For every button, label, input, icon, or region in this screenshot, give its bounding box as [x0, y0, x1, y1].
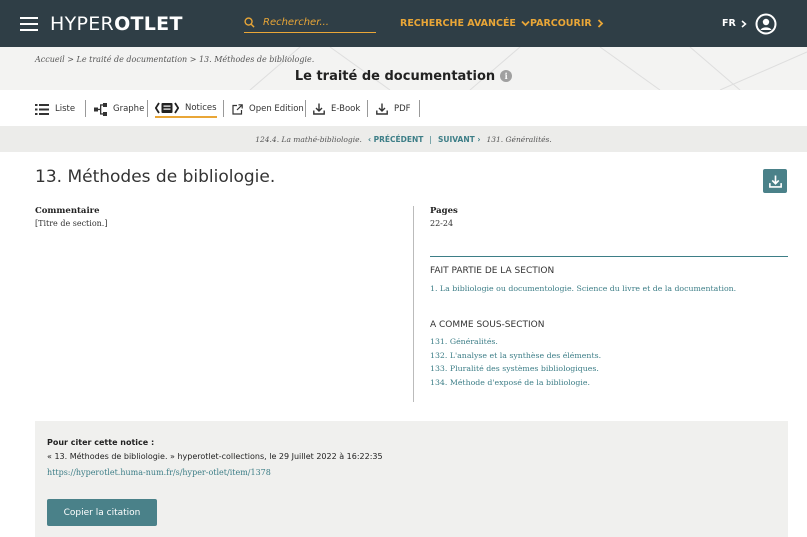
section-divider — [430, 256, 788, 257]
language-selector[interactable]: FR — [722, 18, 747, 29]
browse-label: PARCOURIR — [530, 18, 592, 29]
search-icon[interactable] — [244, 17, 255, 28]
citation-block: Pour citer cette notice : « 13. Méthodes… — [35, 421, 788, 537]
page-title-text: Le traité de documentation — [294, 69, 496, 84]
breadcrumb-collection[interactable]: Le traité de documentation — [77, 55, 188, 64]
breadcrumb-sep: > — [187, 55, 199, 64]
download-icon — [768, 175, 782, 188]
tab-label: Liste — [55, 104, 76, 114]
notice-pager: 124.4. La mathé-bibliologie. ‹ PRÉCÉDENT… — [0, 126, 807, 152]
brand-bold: OTLET — [114, 13, 183, 35]
advanced-search-label: RECHERCHE AVANCÉE — [400, 18, 516, 29]
download-icon — [376, 103, 388, 115]
external-link-icon — [232, 103, 243, 115]
citation-url[interactable]: https://hyperotlet.huma-num.fr/s/hyper-o… — [47, 468, 271, 477]
subsection-link[interactable]: 133. Pluralité des systèmes bibliologiqu… — [430, 362, 601, 376]
top-navbar: HYPEROTLET RECHERCHE AVANCÉE PARCOURIR F… — [0, 0, 807, 47]
previous-button[interactable]: ‹ PRÉCÉDENT — [368, 135, 423, 144]
pages-value: 22-24 — [430, 219, 454, 228]
tab-label: PDF — [394, 104, 411, 114]
list-icon — [35, 103, 49, 115]
column-divider — [413, 206, 414, 402]
tab-divider — [419, 100, 420, 117]
next-button[interactable]: SUIVANT › — [438, 135, 480, 144]
tab-label: Open Edition — [249, 104, 304, 114]
tab-pdf[interactable]: PDF — [376, 100, 411, 118]
parent-section-heading: FAIT PARTIE DE LA SECTION — [430, 266, 555, 276]
parent-section-link[interactable]: 1. La bibliologie ou documentologie. Sci… — [430, 282, 736, 296]
notice-title: 13. Méthodes de bibliologie. — [35, 167, 276, 187]
subsection-heading: A COMME SOUS-SECTION — [430, 320, 545, 330]
advanced-search-link[interactable]: RECHERCHE AVANCÉE — [400, 18, 530, 29]
tab-label: E-Book — [331, 104, 361, 114]
chevron-right-icon — [741, 19, 747, 28]
pager-divider: | — [429, 134, 432, 144]
next-label: SUIVANT — [437, 134, 475, 144]
tab-notices[interactable]: Notices — [155, 100, 217, 118]
download-button[interactable] — [763, 169, 787, 193]
tab-label: Graphe — [113, 104, 145, 114]
graph-icon — [94, 102, 107, 116]
tab-divider — [305, 100, 306, 117]
tab-graphe[interactable]: Graphe — [94, 100, 144, 118]
copy-citation-button[interactable]: Copier la citation — [47, 499, 157, 526]
brand-light: HYPER — [50, 13, 115, 35]
page-title: Le traité de documentation i — [0, 69, 807, 84]
browse-link[interactable]: PARCOURIR — [530, 18, 604, 29]
tab-divider — [85, 100, 86, 117]
subsection-link[interactable]: 132. L'analyse et la synthèse des élémen… — [430, 349, 601, 363]
tab-ebook[interactable]: E-Book — [313, 100, 360, 118]
previous-label: PRÉCÉDENT — [373, 134, 424, 144]
breadcrumb-current: 13. Méthodes de bibliologie. — [198, 55, 315, 64]
user-icon[interactable] — [755, 13, 777, 35]
notices-icon — [155, 102, 179, 113]
subsection-link[interactable]: 131. Généralités. — [430, 335, 601, 349]
commentaire-value: [Titre de section.] — [35, 219, 108, 228]
left-column: Commentaire [Titre de section.] — [35, 206, 405, 228]
hamburger-icon[interactable] — [20, 17, 38, 31]
search-input[interactable] — [263, 17, 363, 28]
download-icon — [313, 103, 325, 115]
tab-label: Notices — [185, 102, 217, 113]
subsection-link[interactable]: 134. Méthode d'exposé de la bibliologie. — [430, 376, 601, 390]
info-icon[interactable]: i — [500, 70, 513, 82]
breadcrumb-sep: > — [64, 55, 77, 64]
next-item-title[interactable]: 131. Généralités. — [486, 135, 551, 144]
tab-liste[interactable]: Liste — [35, 100, 75, 118]
brand-logo[interactable]: HYPEROTLET — [50, 13, 183, 35]
tab-divider — [223, 100, 224, 117]
breadcrumb: Accueil > Le traité de documentation > 1… — [35, 55, 314, 64]
language-label: FR — [722, 18, 736, 29]
header-band: Accueil > Le traité de documentation > 1… — [0, 47, 807, 90]
tab-open-edition[interactable]: Open Edition — [232, 100, 304, 118]
chevron-down-icon — [521, 20, 530, 27]
parent-section-list: 1. La bibliologie ou documentologie. Sci… — [430, 282, 736, 296]
pages-label: Pages — [430, 206, 458, 216]
breadcrumb-home[interactable]: Accueil — [35, 55, 65, 64]
commentaire-label: Commentaire — [35, 206, 100, 216]
tab-divider — [147, 100, 148, 117]
view-tabs: Liste Graphe Notices Open Edition E-Book… — [0, 90, 807, 126]
tab-divider — [367, 100, 368, 117]
right-column: Pages 22-24 — [430, 206, 790, 228]
previous-item-title[interactable]: 124.4. La mathé-bibliologie. — [255, 135, 362, 144]
citation-text: « 13. Méthodes de bibliologie. » hyperot… — [47, 452, 383, 461]
search-box — [244, 13, 376, 33]
chevron-right-icon — [597, 19, 603, 28]
subsection-list: 131. Généralités. 132. L'analyse et la s… — [430, 335, 601, 389]
citation-label: Pour citer cette notice : — [47, 438, 155, 447]
